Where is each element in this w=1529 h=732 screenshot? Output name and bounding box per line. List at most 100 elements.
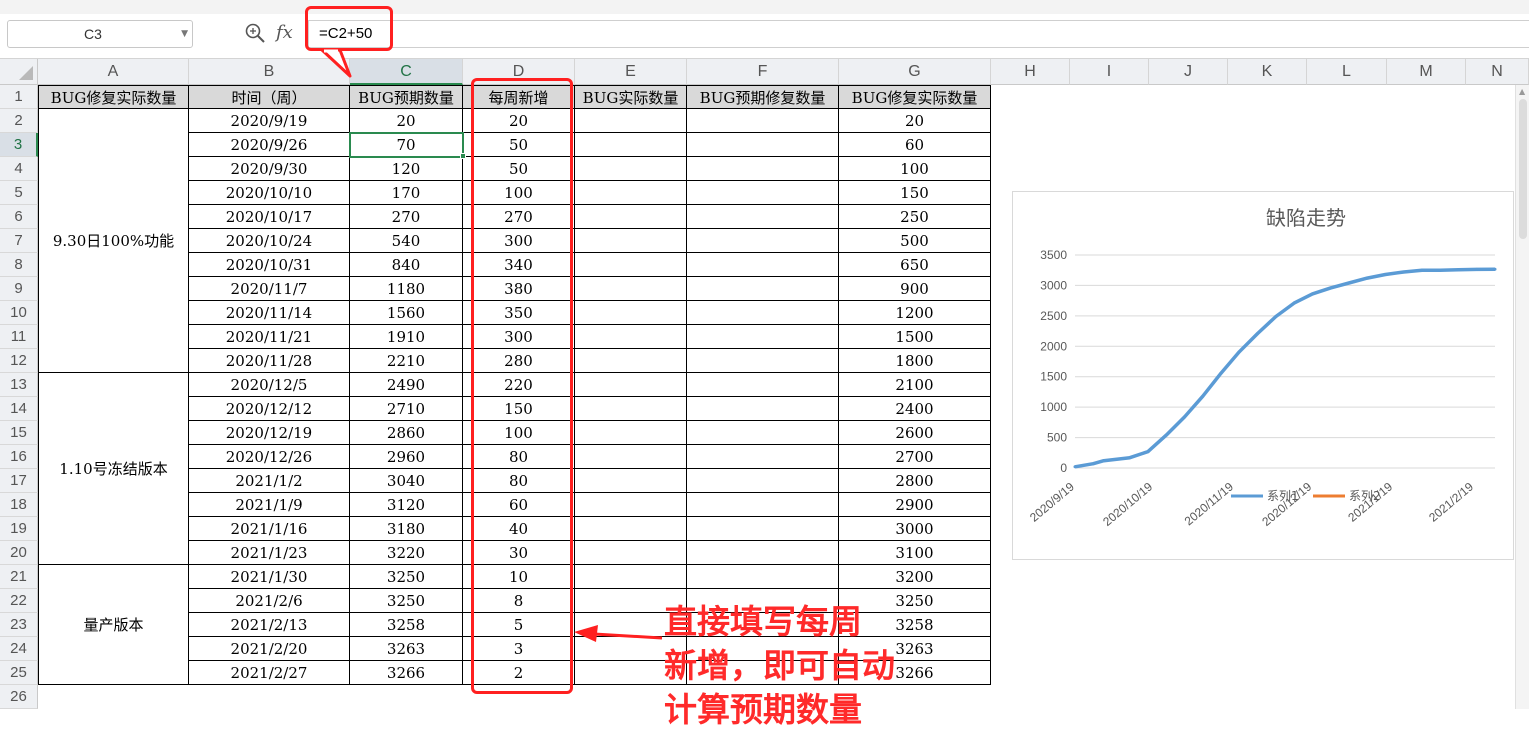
date-cell[interactable]: 2020/11/14 xyxy=(189,301,350,325)
expected-count-cell[interactable]: 2710 xyxy=(350,397,463,421)
expected-count-cell[interactable]: 3258 xyxy=(350,613,463,637)
bug-actual-cell[interactable] xyxy=(575,349,687,373)
row-header-25[interactable]: 25 xyxy=(0,661,38,685)
row-header-19[interactable]: 19 xyxy=(0,517,38,541)
expected-count-cell[interactable]: 840 xyxy=(350,253,463,277)
bug-actual-cell[interactable] xyxy=(575,397,687,421)
expected-fix-cell[interactable] xyxy=(687,253,839,277)
fix-actual-cell[interactable]: 60 xyxy=(839,133,991,157)
fix-actual-cell[interactable]: 150 xyxy=(839,181,991,205)
date-cell[interactable]: 2021/2/20 xyxy=(189,637,350,661)
expected-count-cell[interactable]: 120 xyxy=(350,157,463,181)
expected-count-cell[interactable]: 2490 xyxy=(350,373,463,397)
row-header-23[interactable]: 23 xyxy=(0,613,38,637)
date-cell[interactable]: 2020/10/17 xyxy=(189,205,350,229)
fx-function-icon[interactable]: fx xyxy=(276,22,293,44)
row-header-26[interactable]: 26 xyxy=(0,685,38,709)
group-label-cell[interactable]: 1.10号冻结版本 xyxy=(38,373,189,565)
row-header-6[interactable]: 6 xyxy=(0,205,38,229)
expected-fix-cell[interactable] xyxy=(687,133,839,157)
row-header-1[interactable]: 1 xyxy=(0,85,38,109)
column-header-n[interactable]: N xyxy=(1466,59,1529,85)
fix-actual-cell[interactable]: 20 xyxy=(839,109,991,133)
scrollbar-thumb[interactable] xyxy=(1519,99,1527,239)
column-header-j[interactable]: J xyxy=(1149,59,1228,85)
row-header-4[interactable]: 4 xyxy=(0,157,38,181)
header-cell[interactable]: BUG预期修复数量 xyxy=(687,85,839,109)
row-header-24[interactable]: 24 xyxy=(0,637,38,661)
row-header-15[interactable]: 15 xyxy=(0,421,38,445)
expected-count-cell[interactable]: 3120 xyxy=(350,493,463,517)
defect-trend-chart[interactable]: 缺陷走势 0 500 1000 1500 2000 2500 3000 3500 2020/9/1… xyxy=(1012,191,1514,560)
bug-actual-cell[interactable] xyxy=(575,373,687,397)
expected-count-cell[interactable]: 3266 xyxy=(350,661,463,685)
date-cell[interactable]: 2020/12/12 xyxy=(189,397,350,421)
expected-count-cell[interactable]: 170 xyxy=(350,181,463,205)
bug-actual-cell[interactable] xyxy=(575,565,687,589)
expected-count-cell[interactable]: 1560 xyxy=(350,301,463,325)
expected-fix-cell[interactable] xyxy=(687,349,839,373)
expected-count-cell[interactable]: 2210 xyxy=(350,349,463,373)
expected-fix-cell[interactable] xyxy=(687,397,839,421)
fix-actual-cell[interactable]: 900 xyxy=(839,277,991,301)
row-header-16[interactable]: 16 xyxy=(0,445,38,469)
expected-count-cell[interactable]: 2960 xyxy=(350,445,463,469)
fix-actual-cell[interactable]: 2600 xyxy=(839,421,991,445)
header-cell[interactable]: BUG修复实际数量 xyxy=(839,85,991,109)
date-cell[interactable]: 2020/9/19 xyxy=(189,109,350,133)
expected-count-cell[interactable]: 1180 xyxy=(350,277,463,301)
expected-fix-cell[interactable] xyxy=(687,157,839,181)
date-cell[interactable]: 2020/11/28 xyxy=(189,349,350,373)
date-cell[interactable]: 2021/2/13 xyxy=(189,613,350,637)
expected-count-cell[interactable]: 540 xyxy=(350,229,463,253)
fix-actual-cell[interactable]: 3100 xyxy=(839,541,991,565)
fix-actual-cell[interactable]: 2800 xyxy=(839,469,991,493)
bug-actual-cell[interactable] xyxy=(575,109,687,133)
date-cell[interactable]: 2020/10/24 xyxy=(189,229,350,253)
bug-actual-cell[interactable] xyxy=(575,301,687,325)
header-cell[interactable]: 时间（周） xyxy=(189,85,350,109)
fix-actual-cell[interactable]: 1500 xyxy=(839,325,991,349)
fix-actual-cell[interactable]: 3200 xyxy=(839,565,991,589)
bug-actual-cell[interactable] xyxy=(575,493,687,517)
column-header-m[interactable]: M xyxy=(1387,59,1466,85)
bug-actual-cell[interactable] xyxy=(575,541,687,565)
row-header-8[interactable]: 8 xyxy=(0,253,38,277)
date-cell[interactable]: 2021/2/27 xyxy=(189,661,350,685)
expected-fix-cell[interactable] xyxy=(687,493,839,517)
date-cell[interactable]: 2020/12/5 xyxy=(189,373,350,397)
expected-fix-cell[interactable] xyxy=(687,325,839,349)
date-cell[interactable]: 2020/10/31 xyxy=(189,253,350,277)
expected-fix-cell[interactable] xyxy=(687,541,839,565)
scroll-up-icon[interactable]: ▲ xyxy=(1519,87,1525,96)
column-header-f[interactable]: F xyxy=(687,59,839,85)
row-header-7[interactable]: 7 xyxy=(0,229,38,253)
column-header-k[interactable]: K xyxy=(1228,59,1307,85)
row-header-17[interactable]: 17 xyxy=(0,469,38,493)
row-header-12[interactable]: 12 xyxy=(0,349,38,373)
date-cell[interactable]: 2020/9/26 xyxy=(189,133,350,157)
expected-fix-cell[interactable] xyxy=(687,421,839,445)
expected-count-cell[interactable]: 20 xyxy=(350,109,463,133)
vertical-scrollbar[interactable]: ▲ xyxy=(1515,85,1529,709)
bug-actual-cell[interactable] xyxy=(575,205,687,229)
expected-count-cell[interactable]: 270 xyxy=(350,205,463,229)
fix-actual-cell[interactable]: 1800 xyxy=(839,349,991,373)
row-header-9[interactable]: 9 xyxy=(0,277,38,301)
expected-count-cell[interactable]: 3263 xyxy=(350,637,463,661)
group-label-cell[interactable]: 9.30日100%功能 xyxy=(38,109,189,373)
header-cell[interactable]: BUG实际数量 xyxy=(575,85,687,109)
row-header-21[interactable]: 21 xyxy=(0,565,38,589)
select-all-corner[interactable] xyxy=(0,59,38,85)
expected-count-cell[interactable]: 2860 xyxy=(350,421,463,445)
bug-actual-cell[interactable] xyxy=(575,325,687,349)
group-label-cell[interactable]: 量产版本 xyxy=(38,565,189,685)
expected-fix-cell[interactable] xyxy=(687,277,839,301)
column-header-i[interactable]: I xyxy=(1070,59,1149,85)
date-cell[interactable]: 2020/11/21 xyxy=(189,325,350,349)
row-header-14[interactable]: 14 xyxy=(0,397,38,421)
date-cell[interactable]: 2021/1/23 xyxy=(189,541,350,565)
date-cell[interactable]: 2021/2/6 xyxy=(189,589,350,613)
column-header-c[interactable]: C xyxy=(350,59,463,85)
expected-count-cell[interactable]: 1910 xyxy=(350,325,463,349)
